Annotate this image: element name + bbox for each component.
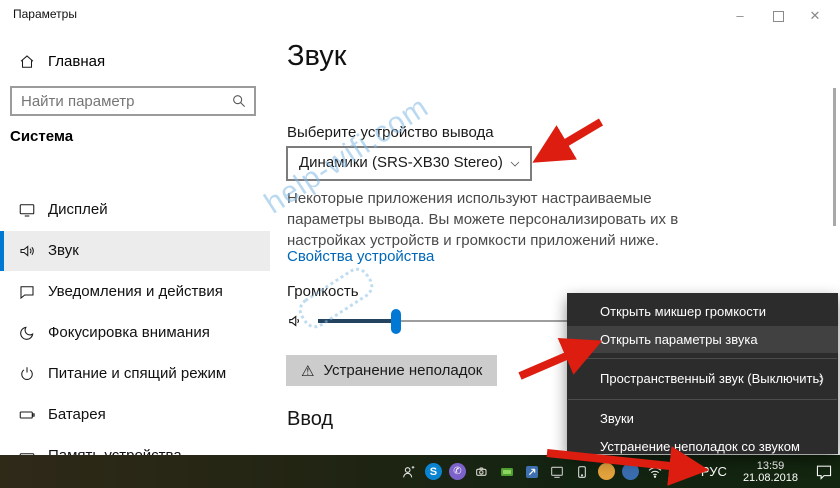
- battery-icon: [18, 406, 36, 424]
- titlebar: Параметры – ✕: [0, 0, 840, 32]
- chevron-down-icon: [509, 157, 521, 169]
- language-indicator[interactable]: РУС: [696, 464, 732, 479]
- slider-fill: [318, 319, 396, 323]
- sidebar-item-label: Дисплей: [48, 190, 108, 230]
- volume-icon[interactable]: [671, 463, 689, 481]
- volume-context-menu: Открыть микшер громкости Открыть парамет…: [567, 293, 838, 454]
- search-box[interactable]: [10, 86, 256, 116]
- sidebar-item-home[interactable]: Главная: [0, 46, 270, 78]
- skype-icon[interactable]: S: [425, 463, 442, 480]
- troubleshoot-button[interactable]: ⚠ Устранение неполадок: [286, 355, 497, 386]
- menu-separator: [568, 358, 837, 359]
- device-properties-link[interactable]: Свойства устройства: [287, 248, 434, 265]
- output-device-label: Выберите устройство вывода: [287, 124, 494, 141]
- sidebar-item-label: Батарея: [48, 395, 106, 435]
- screenshot-app-icon[interactable]: [523, 463, 541, 481]
- maximize-button[interactable]: [765, 6, 791, 26]
- menu-item-sounds[interactable]: Звуки: [567, 405, 838, 433]
- slider-thumb[interactable]: [391, 309, 401, 334]
- menu-item-open-sound-settings[interactable]: Открыть параметры звука: [567, 326, 838, 353]
- sidebar-item-display[interactable]: Дисплей: [0, 190, 270, 230]
- viber-icon[interactable]: ✆: [449, 463, 466, 480]
- sidebar-section-title: Система: [10, 128, 73, 145]
- focus-assist-icon: [18, 324, 36, 342]
- sidebar-item-notifications[interactable]: Уведомления и действия: [0, 272, 270, 312]
- settings-sidebar: Главная Система Дисплей Звук Уведомления…: [0, 32, 270, 455]
- output-device-value: Динамики (SRS-XB30 Stereo): [299, 154, 503, 171]
- sound-icon: [18, 242, 36, 260]
- home-icon: [18, 53, 36, 71]
- people-icon[interactable]: [400, 463, 418, 481]
- home-label: Главная: [48, 53, 105, 70]
- menu-separator: [568, 399, 837, 400]
- speaker-icon[interactable]: [286, 312, 304, 330]
- maximize-icon: [773, 11, 784, 22]
- notifications-icon: [18, 283, 36, 301]
- clock-time: 13:59: [757, 460, 785, 472]
- menu-item-spatial-sound[interactable]: Пространственный звук (Выключить) ›: [567, 364, 838, 394]
- window-title: Параметры: [13, 7, 77, 21]
- warning-icon: ⚠: [301, 362, 314, 380]
- sidebar-item-focus-assist[interactable]: Фокусировка внимания: [0, 313, 270, 353]
- blue-app-icon[interactable]: [622, 463, 639, 480]
- taskbar-clock[interactable]: 13:59 21.08.2018: [739, 460, 802, 484]
- search-icon[interactable]: [231, 93, 247, 109]
- close-button[interactable]: ✕: [802, 6, 828, 26]
- minimize-button[interactable]: –: [727, 6, 753, 26]
- orange-app-icon[interactable]: [598, 463, 615, 480]
- sidebar-item-power-sleep[interactable]: Питание и спящий режим: [0, 354, 270, 394]
- troubleshoot-label: Устранение неполадок: [323, 362, 482, 379]
- clock-date: 21.08.2018: [743, 472, 798, 484]
- vertical-scrollbar[interactable]: [833, 88, 836, 226]
- action-center-icon[interactable]: [815, 463, 833, 481]
- sidebar-item-label: Уведомления и действия: [48, 272, 223, 312]
- page-title: Звук: [287, 40, 346, 73]
- search-input[interactable]: [12, 88, 231, 114]
- monitor-app-icon[interactable]: [548, 463, 566, 481]
- menu-item-open-volume-mixer[interactable]: Открыть микшер громкости: [567, 298, 838, 326]
- output-description: Некоторые приложения используют настраив…: [287, 188, 681, 251]
- sidebar-item-label: Питание и спящий режим: [48, 354, 226, 394]
- menu-item-troubleshoot-sound[interactable]: Устранение неполадок со звуком: [567, 433, 838, 461]
- sidebar-item-label: Фокусировка внимания: [48, 313, 210, 353]
- sidebar-item-battery[interactable]: Батарея: [0, 395, 270, 435]
- sidebar-item-sound[interactable]: Звук: [0, 231, 270, 271]
- selected-accent-bar: [0, 231, 4, 271]
- sidebar-item-label: Звук: [48, 231, 79, 271]
- input-section-title: Ввод: [287, 408, 333, 431]
- output-device-dropdown[interactable]: Динамики (SRS-XB30 Stereo): [286, 146, 532, 181]
- camera-icon[interactable]: [473, 463, 491, 481]
- power-sleep-icon: [18, 365, 36, 383]
- volume-label: Громкость: [287, 283, 359, 300]
- display-icon: [18, 201, 36, 219]
- wifi-icon[interactable]: [646, 463, 664, 481]
- submenu-chevron-icon: ›: [819, 364, 824, 394]
- menu-item-label: Пространственный звук (Выключить): [600, 371, 824, 386]
- phone-app-icon[interactable]: [573, 463, 591, 481]
- green-app-icon[interactable]: [498, 463, 516, 481]
